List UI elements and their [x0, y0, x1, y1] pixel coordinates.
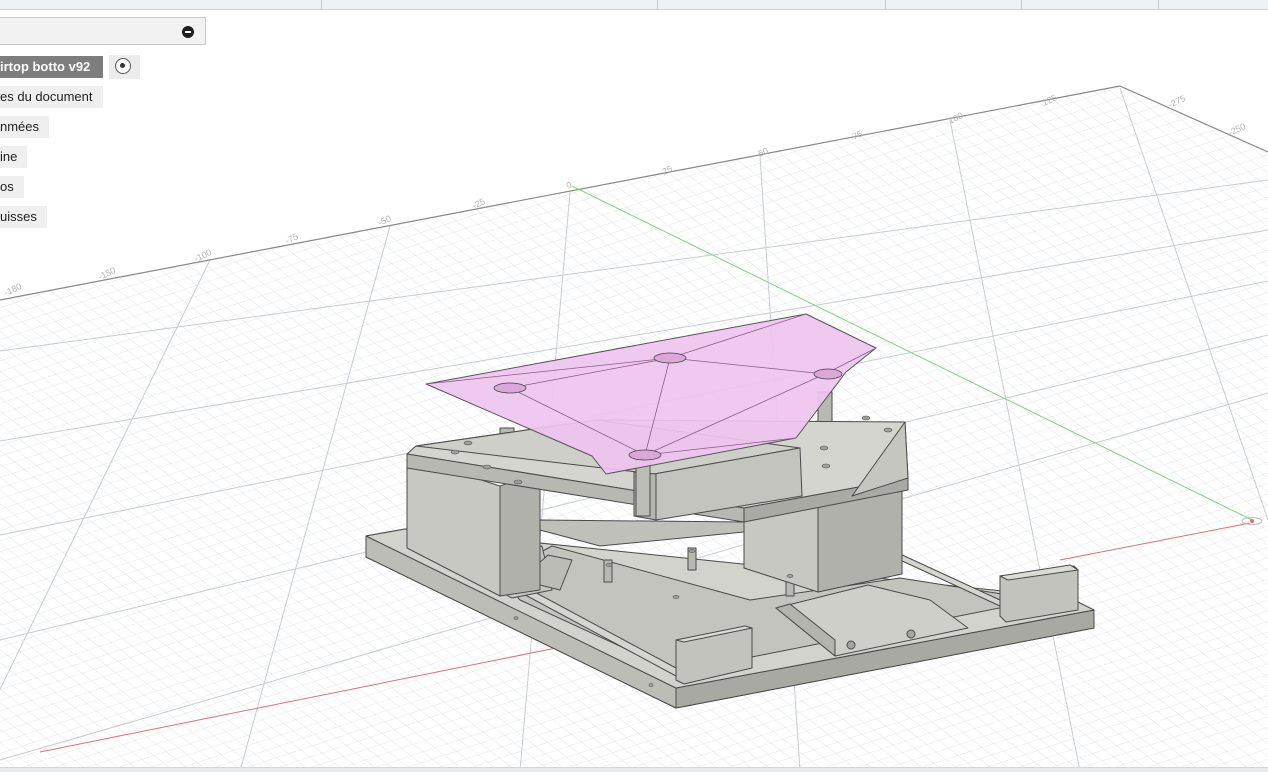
- top-toolbar-strip: [0, 0, 1268, 10]
- browser-item-origin[interactable]: ine: [0, 146, 28, 168]
- browser-item-bodies[interactable]: os: [0, 176, 24, 198]
- browser-root-component[interactable]: irtop botto v92: [0, 56, 104, 78]
- svg-text:-180: -180: [3, 281, 24, 298]
- browser-item-named-views[interactable]: nmées: [0, 116, 50, 138]
- browser-item-document-settings[interactable]: es du document: [0, 86, 103, 108]
- svg-text:-275: -275: [1167, 93, 1188, 110]
- browser-item-sketches[interactable]: uisses: [0, 206, 47, 228]
- root-component-label: irtop botto v92: [0, 59, 91, 74]
- radio-dot: [120, 63, 125, 68]
- minus-circle-icon[interactable]: [182, 26, 194, 38]
- toolbar-separator: [1021, 0, 1022, 9]
- toolbar-separator: [657, 0, 658, 9]
- browser-item-label: uisses: [0, 209, 37, 224]
- radio-ring: [115, 58, 131, 74]
- svg-text:0: 0: [565, 180, 574, 191]
- radio-active-icon[interactable]: [109, 55, 140, 79]
- 3d-viewport[interactable]: -180 -150 -100 -75 -50 -25 0 25 50 75 10…: [0, 10, 1268, 767]
- browser-item-label: es du document: [0, 89, 93, 104]
- bottom-timeline-strip: [0, 767, 1268, 772]
- browser-item-label: os: [0, 179, 14, 194]
- toolbar-separator: [1158, 0, 1159, 9]
- browser-item-label: ine: [0, 149, 18, 164]
- browser-item-label: nmées: [0, 119, 40, 134]
- toolbar-separator: [885, 0, 886, 9]
- toolbar-separator: [321, 0, 322, 9]
- svg-text:-250: -250: [1227, 121, 1248, 138]
- browser-panel-header[interactable]: [0, 17, 206, 45]
